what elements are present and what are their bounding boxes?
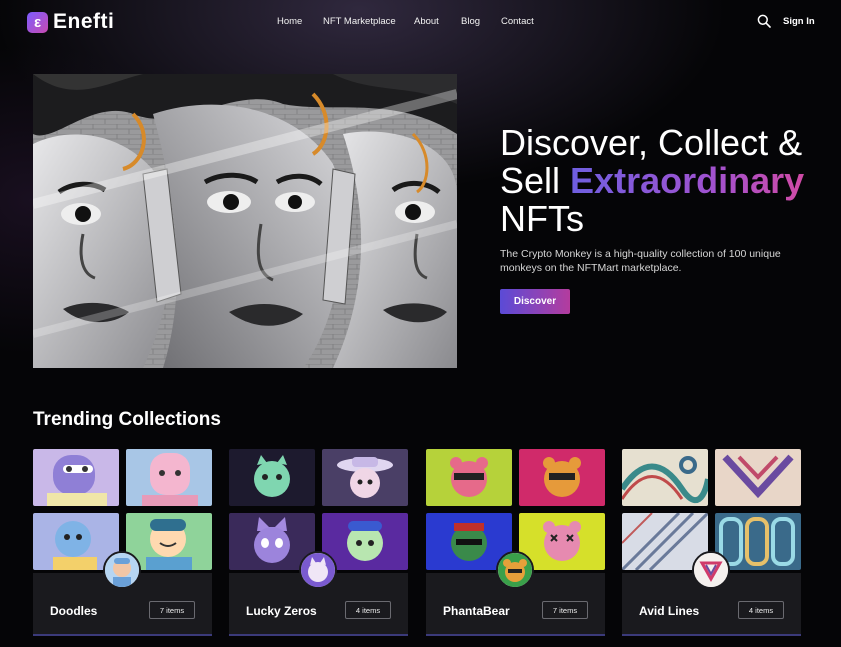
search-icon[interactable] (757, 14, 771, 28)
collection-thumbnail (33, 449, 119, 506)
collection-item-count: 4 items (345, 601, 391, 619)
collection-thumbnail (126, 449, 212, 506)
hero-description: The Crypto Monkey is a high-quality coll… (500, 248, 781, 274)
nav-item-about[interactable]: About (414, 16, 439, 27)
collection-card-phantabear[interactable]: PhantaBear 7 items (426, 449, 605, 636)
collection-card-doodles[interactable]: Doodles 7 items (33, 449, 212, 636)
collection-card-avid-lines[interactable]: Avid Lines 4 items (622, 449, 801, 636)
collection-thumbnail (322, 449, 408, 506)
collection-thumbnail (715, 449, 801, 506)
hero-title-line3: NFTs (500, 198, 584, 239)
collection-avatar (103, 551, 141, 589)
nav-item-home[interactable]: Home (277, 16, 302, 27)
collection-avatar (299, 551, 337, 589)
hero-title-highlight: Extraordinary (570, 160, 805, 201)
collection-thumbnail (426, 449, 512, 506)
collection-card-lucky-zeros[interactable]: Lucky Zeros 4 items (229, 449, 408, 636)
collection-item-count: 7 items (542, 601, 588, 619)
collection-thumbnail (519, 449, 605, 506)
collection-name: Lucky Zeros (246, 604, 317, 618)
hero-title: Discover, Collect & Sell Extraordinary N… (500, 124, 820, 238)
discover-button[interactable]: Discover (500, 289, 570, 314)
collection-name: Avid Lines (639, 604, 700, 618)
collection-name: PhantaBear (443, 604, 510, 618)
collection-thumbnail (622, 449, 708, 506)
collection-thumbnail (229, 449, 315, 506)
main-nav: Home NFT Marketplace About Blog Contact (0, 16, 841, 30)
collection-item-count: 7 items (149, 601, 195, 619)
hero-artwork-image (33, 74, 457, 368)
collection-item-count: 4 items (738, 601, 784, 619)
nav-item-blog[interactable]: Blog (461, 16, 480, 27)
section-title-trending: Trending Collections (33, 409, 221, 430)
collection-avatar (496, 551, 534, 589)
hero-title-line2: Sell Extraordinary (500, 162, 820, 200)
collection-avatar (692, 551, 730, 589)
collection-name: Doodles (50, 604, 98, 618)
hero-title-line1: Discover, Collect & (500, 122, 803, 163)
nav-item-contact[interactable]: Contact (501, 16, 534, 27)
nav-item-nft-marketplace[interactable]: NFT Marketplace (323, 16, 396, 27)
sign-in-link[interactable]: Sign In (783, 16, 815, 27)
hero-title-sell: Sell (500, 160, 561, 201)
site-header: ε Enefti Home NFT Marketplace About Blog… (0, 0, 841, 44)
